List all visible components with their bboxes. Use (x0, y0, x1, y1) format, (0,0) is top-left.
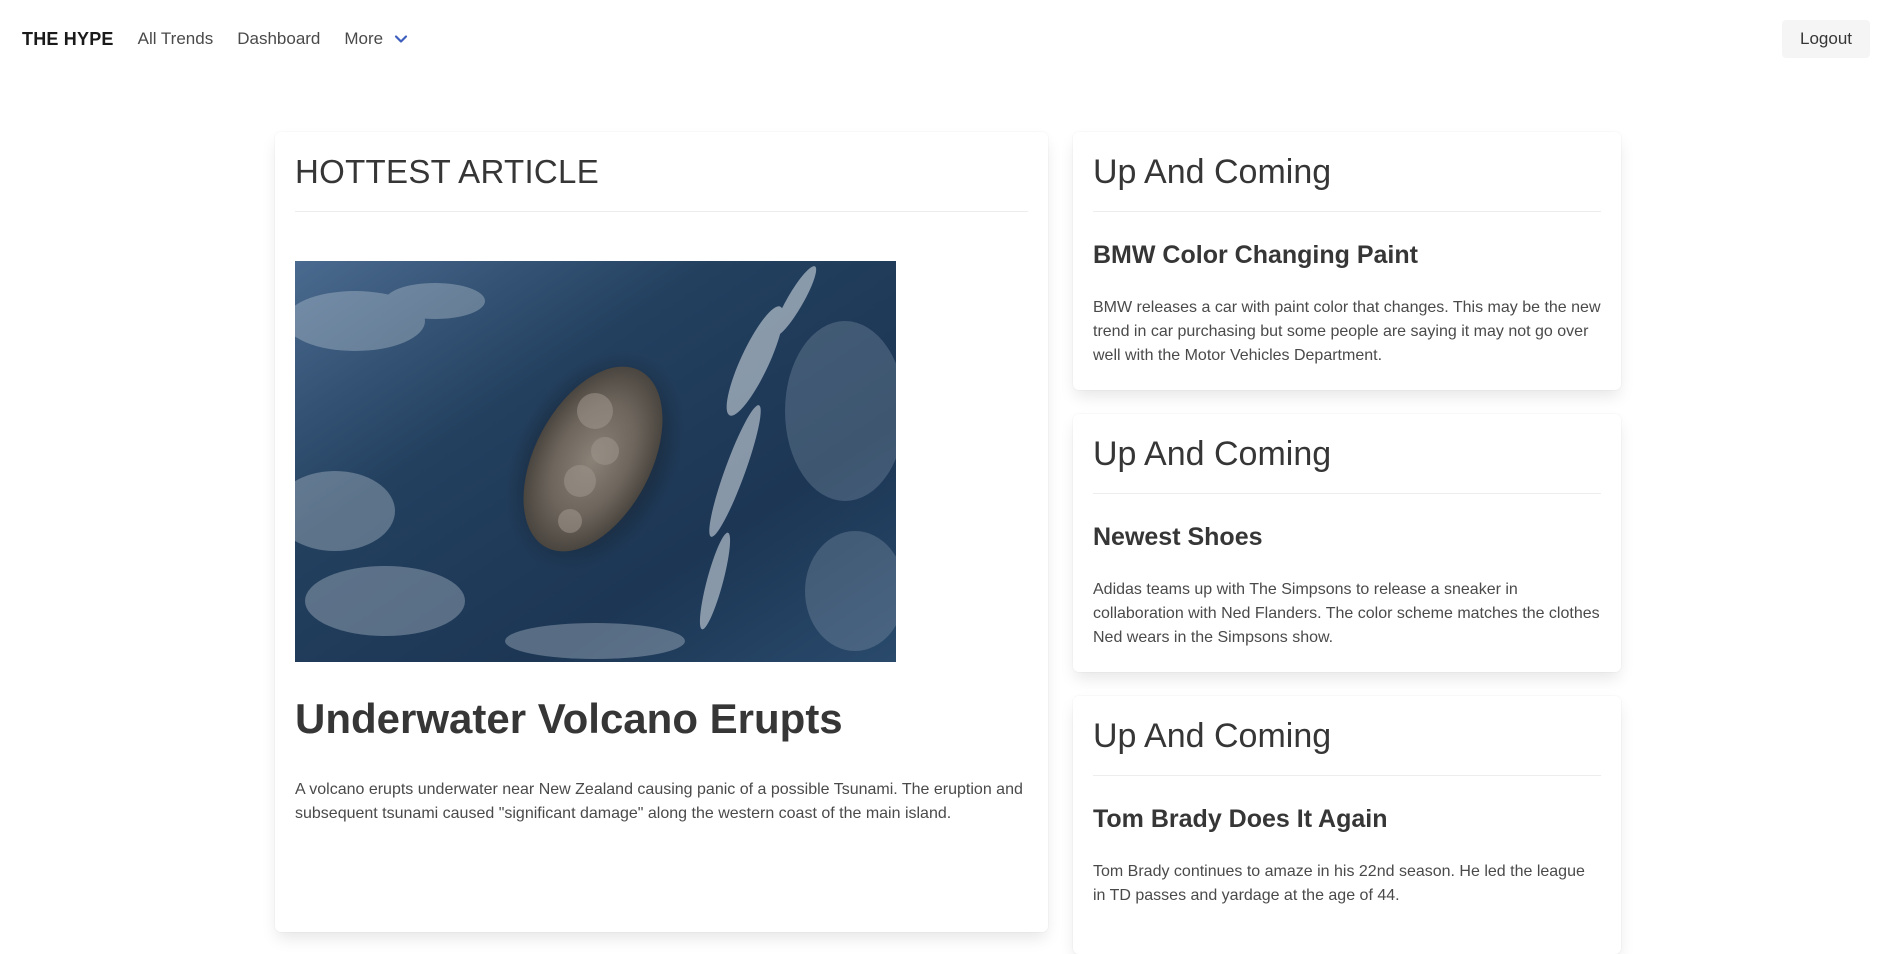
up-and-coming-body: Tom Brady continues to amaze in his 22nd… (1093, 862, 1585, 904)
nav-link-all-trends[interactable]: All Trends (138, 29, 214, 49)
up-and-coming-title[interactable]: Newest Shoes (1093, 523, 1601, 552)
up-and-coming-title[interactable]: Tom Brady Does It Again (1093, 805, 1601, 834)
chevron-down-icon (395, 35, 408, 43)
hottest-article-body: A volcano erupts underwater near New Zea… (295, 781, 1023, 823)
up-and-coming-heading: Up And Coming (1093, 696, 1601, 776)
hottest-article-card: HOTTEST ARTICLE Underwater Volcano Erupt… (275, 132, 1048, 932)
up-and-coming-heading: Up And Coming (1093, 132, 1601, 212)
logout-button[interactable]: Logout (1782, 20, 1870, 58)
hottest-article-title[interactable]: Underwater Volcano Erupts (295, 695, 1028, 742)
nav-more-label: More (344, 29, 384, 48)
nav-link-dashboard[interactable]: Dashboard (237, 29, 320, 49)
up-and-coming-card: Up And Coming Newest Shoes Adidas teams … (1073, 414, 1621, 672)
up-and-coming-heading: Up And Coming (1093, 414, 1601, 494)
up-and-coming-card: Up And Coming Tom Brady Does It Again To… (1073, 696, 1621, 954)
volcano-eruption-image[interactable] (295, 261, 896, 662)
brand-logo[interactable]: THE HYPE (22, 29, 114, 50)
top-navbar: THE HYPE All Trends Dashboard More Logou… (0, 0, 1890, 78)
up-and-coming-body: Adidas teams up with The Simpsons to rel… (1093, 580, 1600, 646)
hottest-article-heading: HOTTEST ARTICLE (295, 132, 1028, 212)
up-and-coming-title[interactable]: BMW Color Changing Paint (1093, 241, 1601, 270)
nav-more-dropdown[interactable]: More (344, 29, 409, 49)
up-and-coming-card: Up And Coming BMW Color Changing Paint B… (1073, 132, 1621, 390)
up-and-coming-body: BMW releases a car with paint color that… (1093, 298, 1601, 364)
